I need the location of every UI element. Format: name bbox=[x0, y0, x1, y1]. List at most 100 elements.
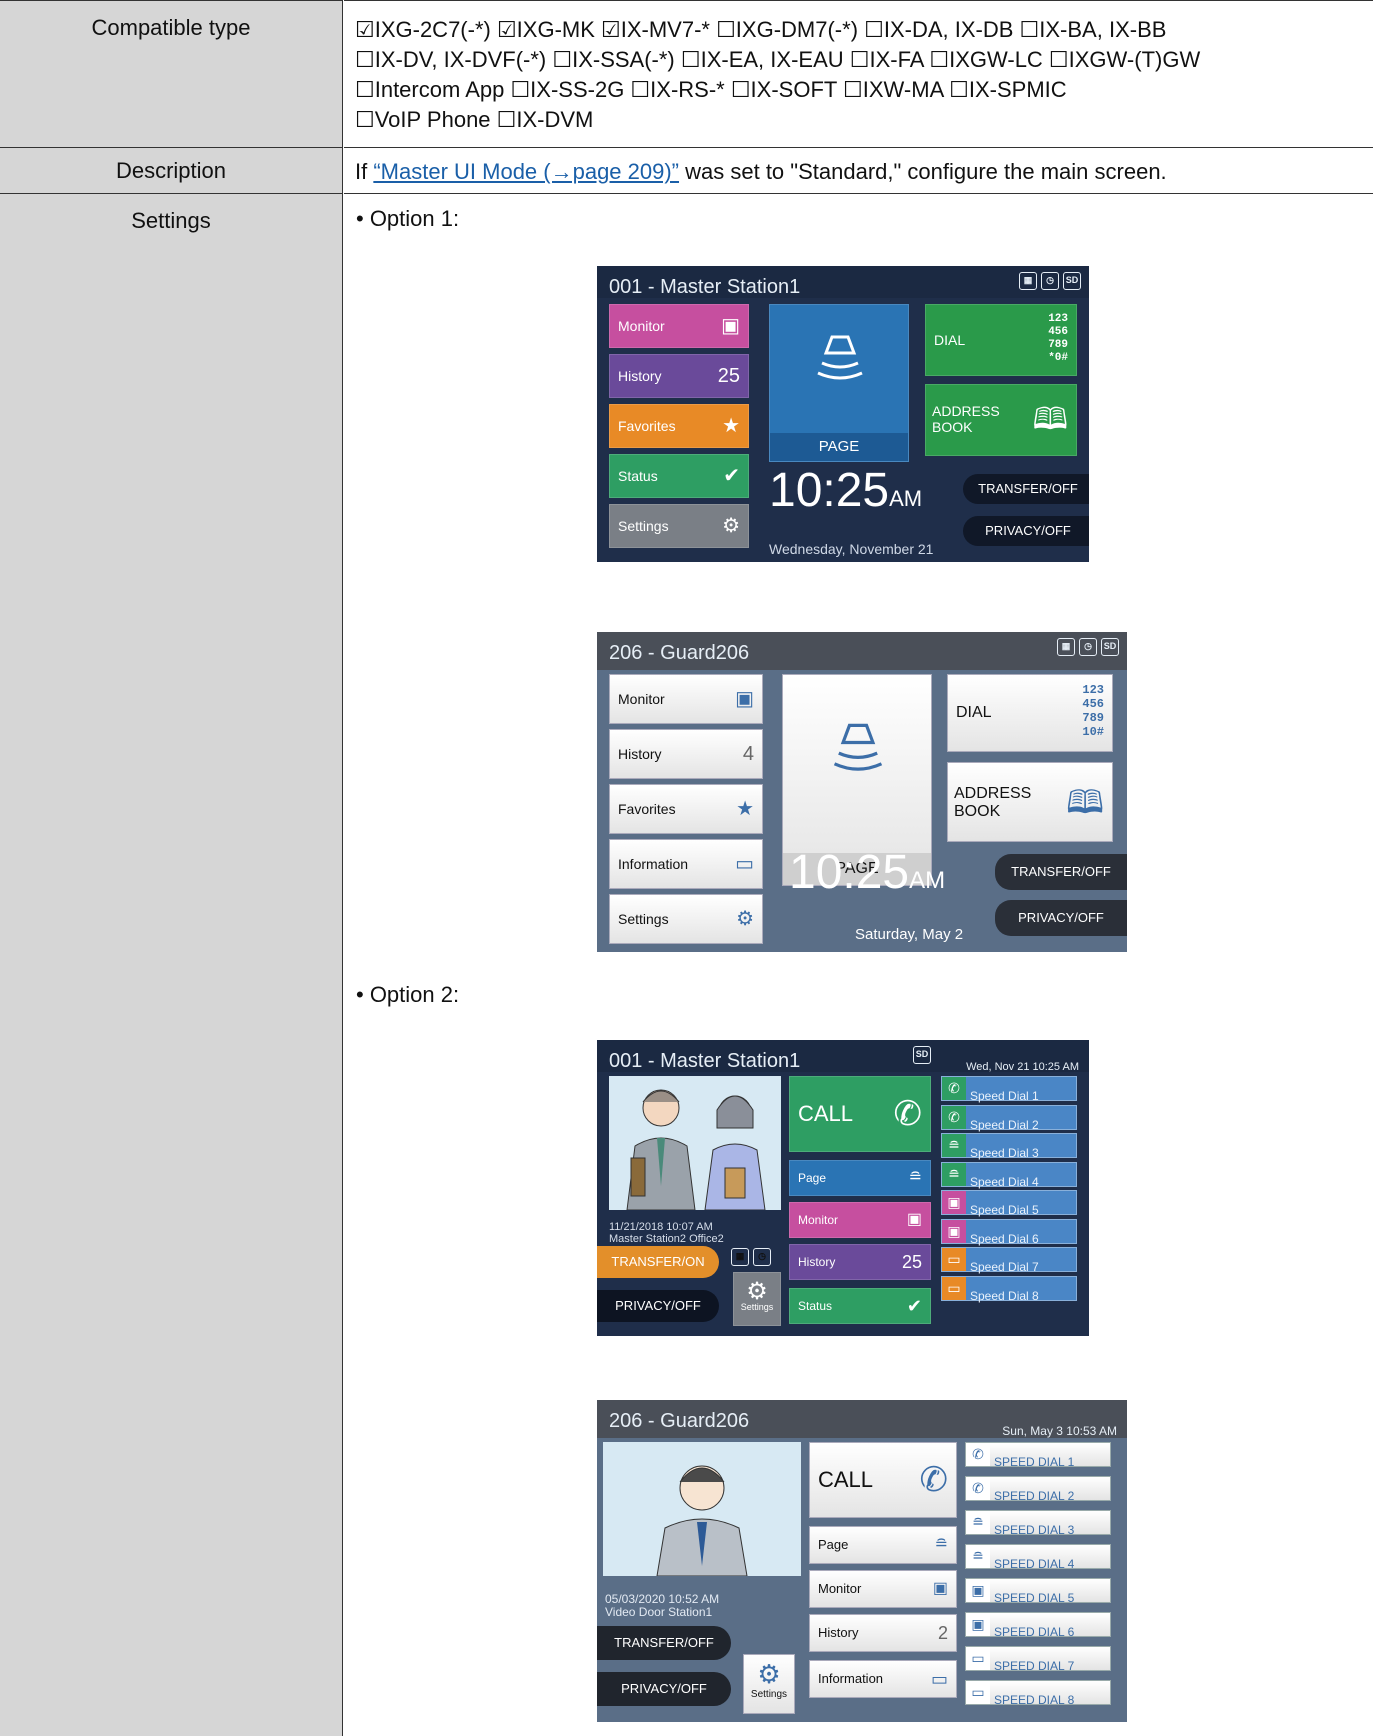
privacy-button[interactable]: PRIVACY/OFF bbox=[597, 1290, 719, 1322]
speaker-icon: ≘ bbox=[934, 1536, 948, 1553]
status-button[interactable]: Status ✔ bbox=[789, 1288, 931, 1324]
monitor-button[interactable]: Monitor ▣ bbox=[609, 304, 749, 348]
speed-dial-button[interactable]: ✆ SPEED DIAL 2 bbox=[965, 1476, 1111, 1503]
title-bar: 206 - Guard206 Sun, May 3 10:53 AM bbox=[597, 1400, 1127, 1438]
info-icon: ▭ bbox=[942, 1248, 966, 1271]
speed-dial-button[interactable]: ≘ Speed Dial 4 bbox=[941, 1161, 1077, 1189]
monitor-icon: ▣ bbox=[932, 1580, 948, 1597]
call-button[interactable]: CALL ✆ bbox=[809, 1442, 957, 1518]
page-button[interactable]: Page ≘ bbox=[789, 1160, 931, 1196]
call-label: CALL bbox=[798, 1101, 854, 1126]
monitor-button[interactable]: Monitor ▣ bbox=[809, 1570, 957, 1608]
history-button[interactable]: History 4 bbox=[609, 729, 763, 779]
keypad-icon: 123 456 789 *0# bbox=[1048, 313, 1068, 364]
monitor-button[interactable]: Monitor ▣ bbox=[789, 1202, 931, 1238]
transfer-button[interactable]: TRANSFER/OFF bbox=[963, 474, 1089, 504]
speaker-icon bbox=[817, 335, 863, 380]
transfer-button[interactable]: TRANSFER/OFF bbox=[597, 1626, 731, 1660]
speed-dial-button[interactable]: ✆ SPEED DIAL 1 bbox=[965, 1442, 1111, 1469]
timer-icon: ◷ bbox=[1041, 272, 1059, 290]
speed-dial-button[interactable]: ≘ Speed Dial 3 bbox=[941, 1133, 1077, 1160]
history-label: History bbox=[818, 1625, 859, 1640]
dial-button[interactable]: DIAL 123 456 789 10# bbox=[947, 674, 1113, 752]
option-2-label: • Option 2: bbox=[356, 982, 460, 1007]
monitor-icon: ▣ bbox=[721, 315, 740, 337]
settings-button[interactable]: Settings ⚙ bbox=[609, 894, 763, 944]
favorites-button[interactable]: Favorites ★ bbox=[609, 784, 763, 834]
favorites-button[interactable]: Favorites ★ bbox=[609, 404, 749, 448]
phone-icon: ✆ bbox=[893, 1095, 923, 1133]
station-title: 001 - Master Station1 bbox=[609, 276, 801, 298]
page-button[interactable]: PAGE bbox=[769, 304, 909, 462]
monitor-button[interactable]: Monitor ▣ bbox=[609, 674, 763, 724]
speed-dial-button[interactable]: ▣ SPEED DIAL 6 bbox=[965, 1612, 1111, 1639]
speed-dial-button[interactable]: ▭ SPEED DIAL 7 bbox=[965, 1646, 1111, 1673]
compatible-line: ☐IX-DV, IX-DVF(-*) ☐IX-SSA(-*) ☐IX-EA, I… bbox=[355, 47, 1201, 72]
privacy-button[interactable]: PRIVACY/OFF bbox=[995, 900, 1127, 936]
favorites-label: Favorites bbox=[618, 418, 676, 434]
information-button[interactable]: Information ▭ bbox=[809, 1660, 957, 1698]
compatible-line: ☐Intercom App ☐IX-SS-2G ☐IX-RS-* ☐IX-SOF… bbox=[355, 77, 1067, 102]
call-label: CALL bbox=[818, 1467, 874, 1492]
clock-date: Saturday, May 2 bbox=[855, 926, 964, 943]
monitor-label: Monitor bbox=[798, 1213, 839, 1227]
clock-time: 10:25 bbox=[769, 464, 890, 517]
speed-dial-button[interactable]: ▣ Speed Dial 5 bbox=[941, 1190, 1077, 1217]
settings-table: Compatible type ☑IXG-2C7(-*) ☑IXG-MK ☑IX… bbox=[0, 0, 1373, 1736]
book-icon: 🕮 bbox=[1066, 784, 1104, 820]
settings-button[interactable]: Settings ⚙ bbox=[609, 504, 749, 548]
history-label: History bbox=[798, 1255, 836, 1269]
address-book-button[interactable]: ADDRESS BOOK 🕮 bbox=[947, 762, 1113, 842]
settings-button[interactable]: ⚙ Settings bbox=[743, 1654, 795, 1714]
speed-dial-button[interactable]: ▭ Speed Dial 8 bbox=[941, 1275, 1077, 1303]
page-button[interactable]: Page ≘ bbox=[809, 1526, 957, 1564]
settings-label: Settings bbox=[618, 911, 669, 927]
schedule-icon: ▦ bbox=[731, 1248, 749, 1266]
description-label: Description bbox=[0, 148, 343, 194]
information-label: Information bbox=[618, 856, 689, 872]
screenshot-dark-standard: 001 - Master Station1 ▦ ◷ SD Monitor ▣ H… bbox=[597, 266, 1089, 562]
info-icon: ▭ bbox=[966, 1647, 990, 1670]
speed-dial-button[interactable]: ≘ SPEED DIAL 3 bbox=[965, 1510, 1111, 1537]
speed-dial-button[interactable]: ▣ SPEED DIAL 5 bbox=[965, 1578, 1111, 1605]
station-title: 206 - Guard206 bbox=[609, 642, 750, 664]
call-button[interactable]: CALL ✆ bbox=[789, 1076, 931, 1152]
check-icon: ✔ bbox=[906, 1296, 922, 1316]
status-button[interactable]: Status ✔ bbox=[609, 454, 749, 498]
gear-icon: ⚙ bbox=[736, 908, 754, 930]
visitor-illustration bbox=[603, 1442, 801, 1576]
privacy-button[interactable]: PRIVACY/OFF bbox=[963, 516, 1089, 546]
speaker-icon: ≘ bbox=[908, 1169, 922, 1186]
history-button[interactable]: History 25 bbox=[609, 354, 749, 398]
speed-dial-label: SPEED DIAL 8 bbox=[994, 1693, 1075, 1707]
speed-dial-button[interactable]: ✆ Speed Dial 1 bbox=[941, 1076, 1077, 1103]
description-prefix: If bbox=[355, 159, 374, 184]
sd-card-icon: SD bbox=[1101, 638, 1119, 656]
transfer-button[interactable]: TRANSFER/OFF bbox=[995, 854, 1127, 890]
monitor-icon: ▣ bbox=[966, 1579, 990, 1602]
monitor-icon: ▣ bbox=[942, 1191, 966, 1214]
speed-dial-button[interactable]: ▭ SPEED DIAL 8 bbox=[965, 1680, 1111, 1707]
gear-icon: ⚙ bbox=[722, 515, 740, 537]
dial-button[interactable]: DIAL 123 456 789 *0# bbox=[925, 304, 1077, 376]
speed-dial-button[interactable]: ≘ SPEED DIAL 4 bbox=[965, 1544, 1111, 1571]
speed-dial-label: SPEED DIAL 7 bbox=[994, 1659, 1075, 1673]
privacy-button[interactable]: PRIVACY/OFF bbox=[597, 1672, 731, 1706]
speed-dial-label: SPEED DIAL 3 bbox=[994, 1523, 1075, 1537]
transfer-button[interactable]: TRANSFER/ON bbox=[597, 1246, 719, 1278]
screenshot-light-standard: 206 - Guard206 ▦ ◷ SD Monitor ▣ History … bbox=[597, 632, 1127, 952]
history-button[interactable]: History 25 bbox=[789, 1244, 931, 1280]
address-book-button[interactable]: ADDRESS BOOK 🕮 bbox=[925, 384, 1077, 456]
speed-dial-button[interactable]: ▣ Speed Dial 6 bbox=[941, 1218, 1077, 1246]
speed-dial-button[interactable]: ▭ Speed Dial 7 bbox=[941, 1247, 1077, 1274]
clock-time: 10:25 bbox=[789, 846, 910, 899]
settings-button[interactable]: ⚙ Settings bbox=[733, 1272, 781, 1326]
settings-label: Settings bbox=[750, 1689, 788, 1700]
speed-dial-label: SPEED DIAL 2 bbox=[994, 1489, 1075, 1503]
master-ui-mode-link[interactable]: “Master UI Mode (→page 209)” bbox=[373, 159, 679, 184]
history-label: History bbox=[618, 368, 662, 384]
speed-dial-button[interactable]: ✆ Speed Dial 2 bbox=[941, 1104, 1077, 1132]
monitor-icon: ▣ bbox=[966, 1613, 990, 1636]
history-button[interactable]: History 2 bbox=[809, 1614, 957, 1652]
information-button[interactable]: Information ▭ bbox=[609, 839, 763, 889]
